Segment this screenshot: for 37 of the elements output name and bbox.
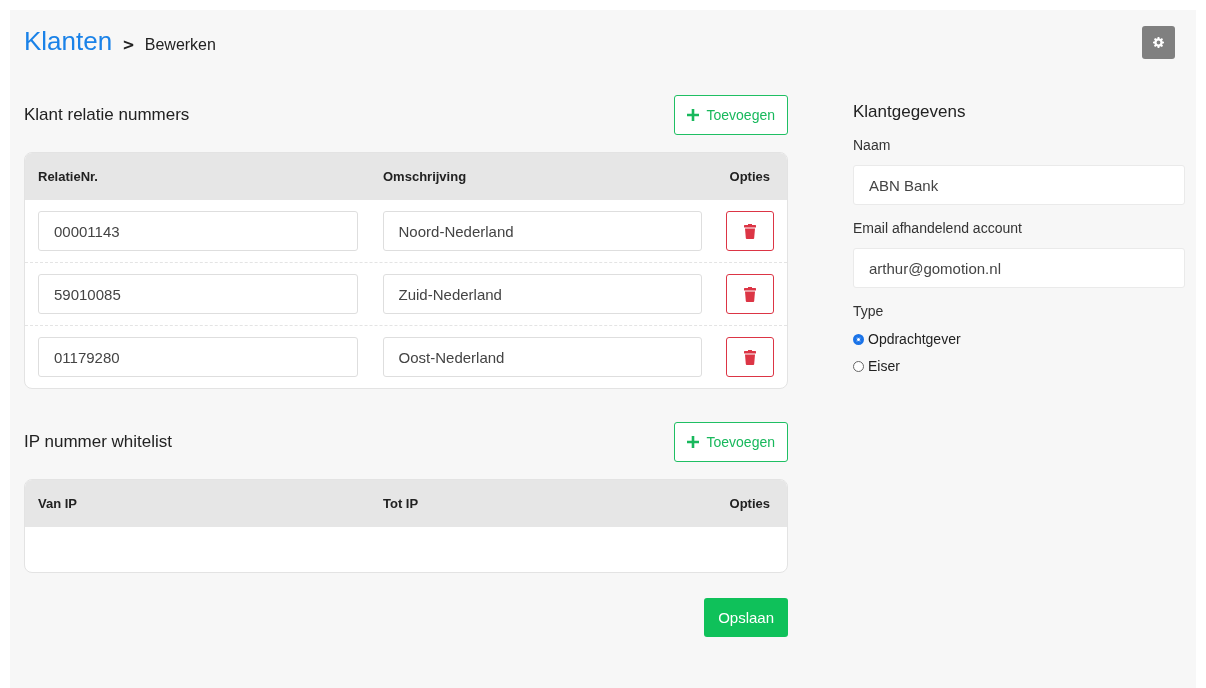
input-field[interactable]: ABN Bank <box>853 165 1185 205</box>
input-field[interactable]: Zuid-Nederland <box>382 274 703 314</box>
column-header: Van IP <box>38 496 79 511</box>
radio-button[interactable] <box>853 333 864 345</box>
radio-label[interactable]: Opdrachtgever <box>868 331 961 347</box>
trash-icon <box>744 223 757 239</box>
input-field[interactable]: Oost-Nederland <box>382 337 703 377</box>
breadcrumb-current: Bewerken <box>144 36 216 54</box>
page-title[interactable]: Klanten <box>24 26 113 57</box>
input-field[interactable]: arthur@gomotion.nl <box>853 248 1185 288</box>
field-label: Naam <box>853 137 892 153</box>
settings-button[interactable] <box>1142 26 1175 59</box>
plus-icon <box>687 436 700 448</box>
delete-button[interactable] <box>726 211 774 251</box>
input-field[interactable]: Noord-Nederland <box>382 211 703 251</box>
field-label: Email afhandelend account <box>853 220 1023 236</box>
section-title: Klant relatie nummers <box>24 105 190 125</box>
column-header: Opties <box>729 169 770 184</box>
delete-button[interactable] <box>726 274 774 314</box>
input-field[interactable]: 59010085 <box>38 274 358 314</box>
input-field[interactable]: 01179280 <box>38 337 358 377</box>
section-title: Klantgegevens <box>853 102 967 122</box>
plus-icon <box>687 109 700 121</box>
radio-button[interactable] <box>853 360 864 372</box>
breadcrumb-separator: > <box>122 36 135 54</box>
column-header: Opties <box>729 496 770 511</box>
settings-icon <box>1153 37 1164 48</box>
column-header: Tot IP <box>383 496 420 511</box>
column-header: RelatieNr. <box>38 169 99 184</box>
radio-label[interactable]: Eiser <box>868 358 900 374</box>
trash-icon <box>744 286 757 302</box>
section-title: IP nummer whitelist <box>24 432 172 452</box>
column-header: Omschrijving <box>383 169 468 184</box>
trash-icon <box>744 349 757 365</box>
delete-button[interactable] <box>726 337 774 377</box>
field-label: Type <box>853 303 885 319</box>
input-field[interactable]: 00001143 <box>38 211 358 251</box>
